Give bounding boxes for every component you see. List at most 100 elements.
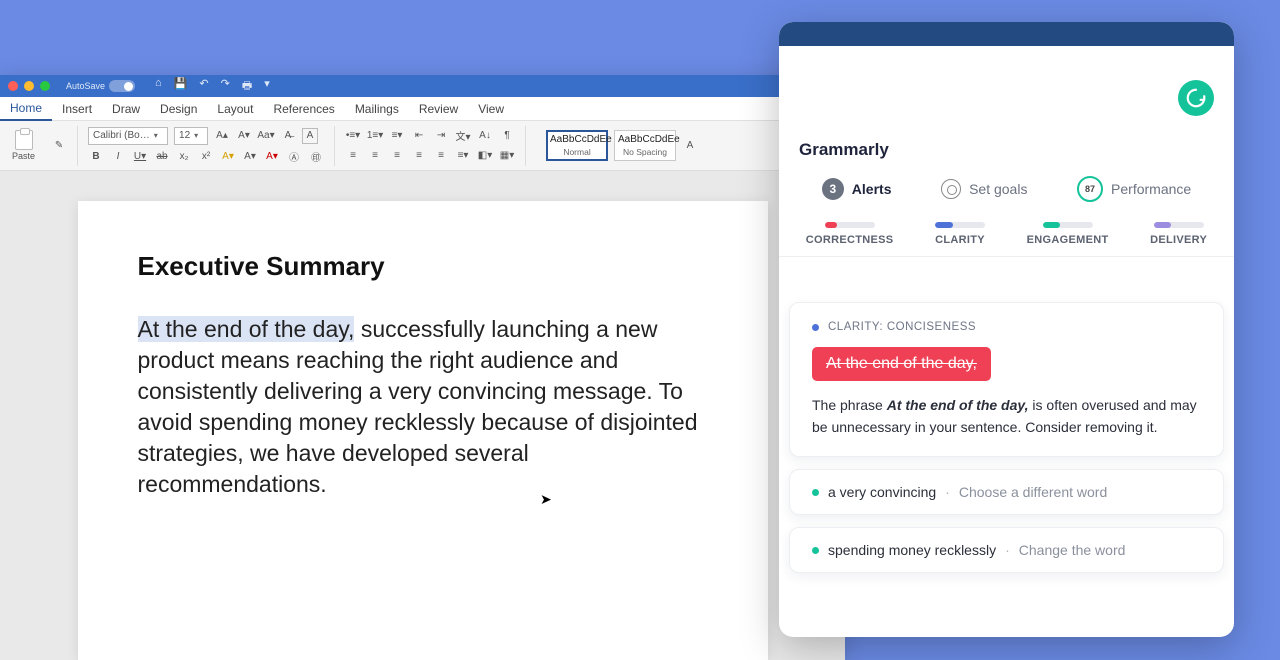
redo-icon[interactable]: ↷ [221, 77, 230, 96]
justify-icon[interactable]: ≡ [411, 148, 427, 164]
show-marks-icon[interactable]: ¶ [499, 128, 515, 144]
font-color-button[interactable]: A▾ [264, 149, 280, 165]
grammarly-logo-icon[interactable] [1178, 80, 1214, 116]
panel-title: Grammarly [799, 140, 889, 160]
undo-icon[interactable]: ↶ [199, 77, 208, 96]
font-name-select[interactable]: Calibri (Bo…▾ [88, 127, 168, 145]
strike-button[interactable]: ab [154, 149, 170, 165]
close-icon[interactable] [8, 81, 18, 91]
clipboard-icon [15, 130, 33, 150]
align-center-icon[interactable]: ≡ [367, 148, 383, 164]
tab-review[interactable]: Review [409, 98, 468, 120]
dot-icon [812, 324, 819, 331]
highlighted-phrase: At the end of the day, [138, 316, 355, 342]
suggestion-text: spending money recklessly [828, 542, 996, 558]
tab-view[interactable]: View [468, 98, 514, 120]
highlight-button[interactable]: A▾ [220, 149, 236, 165]
format-painter-icon[interactable]: ✎ [51, 138, 67, 154]
grammarly-panel: Grammarly 3 Alerts Set goals 87 Performa… [779, 22, 1234, 637]
suggestion-card-main[interactable]: CLARITY: CONCISENESS At the end of the d… [789, 302, 1224, 457]
asian-layout-icon[interactable]: 文▾ [455, 128, 471, 144]
align-right-icon[interactable]: ≡ [389, 148, 405, 164]
text-effects-icon[interactable]: A▾ [242, 149, 258, 165]
suggestion-text: a very convincing [828, 484, 936, 500]
shading-icon[interactable]: ◧▾ [477, 148, 493, 164]
tab-mailings[interactable]: Mailings [345, 98, 409, 120]
tab-goals[interactable]: Set goals [937, 170, 1031, 208]
paragraph-text: successfully launching a new product mea… [138, 316, 698, 497]
tab-references[interactable]: References [263, 98, 344, 120]
toggle-icon [109, 80, 135, 92]
word-titlebar: AutoSave ⌂ 💾 ↶ ↷ 🖶 ▾ [0, 75, 845, 97]
category-bars: CORRECTNESS CLARITY ENGAGEMENT DELIVERY [779, 222, 1234, 257]
alerts-count-badge: 3 [822, 178, 844, 200]
tab-home[interactable]: Home [0, 97, 52, 121]
delete-suggestion-chip[interactable]: At the end of the day, [812, 347, 991, 381]
target-icon [941, 179, 961, 199]
chevron-down-icon: ▾ [194, 131, 198, 140]
minimize-icon[interactable] [24, 81, 34, 91]
suggestion-card[interactable]: a very convincing · Choose a different w… [789, 469, 1224, 515]
tab-performance[interactable]: 87 Performance [1073, 170, 1195, 208]
print-icon[interactable]: 🖶 [242, 77, 252, 96]
style-no-spacing[interactable]: AaBbCcDdEe No Spacing [614, 130, 676, 161]
decrease-indent-icon[interactable]: ⇤ [411, 128, 427, 144]
dot-icon [812, 489, 819, 496]
ribbon-toolbar: Paste ✎ Calibri (Bo…▾ 12▾ A▴ A▾ Aa▾ A̶ A… [0, 121, 845, 171]
tab-draw[interactable]: Draw [102, 98, 150, 120]
font-group: Calibri (Bo…▾ 12▾ A▴ A▾ Aa▾ A̶ A B I U▾ … [88, 127, 324, 165]
home-icon[interactable]: ⌂ [155, 77, 162, 96]
tab-alerts[interactable]: 3 Alerts [818, 170, 896, 208]
chevron-down-icon[interactable]: ▾ [264, 77, 270, 96]
paste-button[interactable]: Paste [6, 128, 41, 163]
align-left-icon[interactable]: ≡ [345, 148, 361, 164]
suggestion-card[interactable]: spending money recklessly · Change the w… [789, 527, 1224, 573]
tab-design[interactable]: Design [150, 98, 207, 120]
styles-gallery: AaBbCcDdEe Normal AaBbCcDdEe No Spacing … [546, 130, 698, 161]
autosave-toggle[interactable]: AutoSave [66, 80, 135, 92]
sort-icon[interactable]: A↓ [477, 128, 493, 144]
separator [525, 126, 526, 166]
numbering-icon[interactable]: 1≡▾ [367, 128, 383, 144]
separator [77, 126, 78, 166]
cat-delivery[interactable]: DELIVERY [1150, 222, 1207, 246]
word-window: AutoSave ⌂ 💾 ↶ ↷ 🖶 ▾ Home Insert Draw De… [0, 75, 845, 660]
subscript-button[interactable]: x₂ [176, 149, 192, 165]
cat-engagement[interactable]: ENGAGEMENT [1027, 222, 1109, 246]
phonetic-guide-icon[interactable]: Ⓐ [286, 149, 302, 165]
change-case-icon[interactable]: Aa▾ [258, 128, 274, 144]
maximize-icon[interactable] [40, 81, 50, 91]
tab-insert[interactable]: Insert [52, 98, 102, 120]
multilevel-icon[interactable]: ≡▾ [389, 128, 405, 144]
cat-clarity[interactable]: CLARITY [935, 222, 985, 246]
styles-more-icon[interactable]: A [682, 138, 698, 154]
body-paragraph: At the end of the day, successfully laun… [138, 314, 708, 500]
character-border-icon[interactable]: A [302, 128, 318, 144]
panel-tabs: 3 Alerts Set goals 87 Performance [779, 170, 1234, 208]
clear-format-icon[interactable]: A̶ [280, 128, 296, 144]
distributed-icon[interactable]: ≡ [433, 148, 449, 164]
save-icon[interactable]: 💾 [174, 77, 188, 96]
page[interactable]: Executive Summary At the end of the day,… [78, 201, 768, 660]
panel-titlebar [779, 22, 1234, 46]
line-spacing-icon[interactable]: ≡▾ [455, 148, 471, 164]
suggestion-hint: Choose a different word [959, 484, 1107, 500]
underline-button[interactable]: U▾ [132, 149, 148, 165]
style-normal[interactable]: AaBbCcDdEe Normal [546, 130, 608, 161]
italic-button[interactable]: I [110, 149, 126, 165]
cat-correctness[interactable]: CORRECTNESS [806, 222, 894, 246]
ribbon-tabs: Home Insert Draw Design Layout Reference… [0, 97, 845, 121]
superscript-button[interactable]: x² [198, 149, 214, 165]
bold-button[interactable]: B [88, 149, 104, 165]
shrink-font-icon[interactable]: A▾ [236, 128, 252, 144]
bullets-icon[interactable]: •≡▾ [345, 128, 361, 144]
dot-icon [812, 547, 819, 554]
chevron-down-icon: ▾ [154, 131, 158, 140]
quick-access-toolbar: ⌂ 💾 ↶ ↷ 🖶 ▾ [155, 77, 270, 96]
font-size-select[interactable]: 12▾ [174, 127, 208, 145]
enclose-char-icon[interactable]: ㊞ [308, 149, 324, 165]
increase-indent-icon[interactable]: ⇥ [433, 128, 449, 144]
borders-icon[interactable]: ▦▾ [499, 148, 515, 164]
grow-font-icon[interactable]: A▴ [214, 128, 230, 144]
tab-layout[interactable]: Layout [207, 98, 263, 120]
